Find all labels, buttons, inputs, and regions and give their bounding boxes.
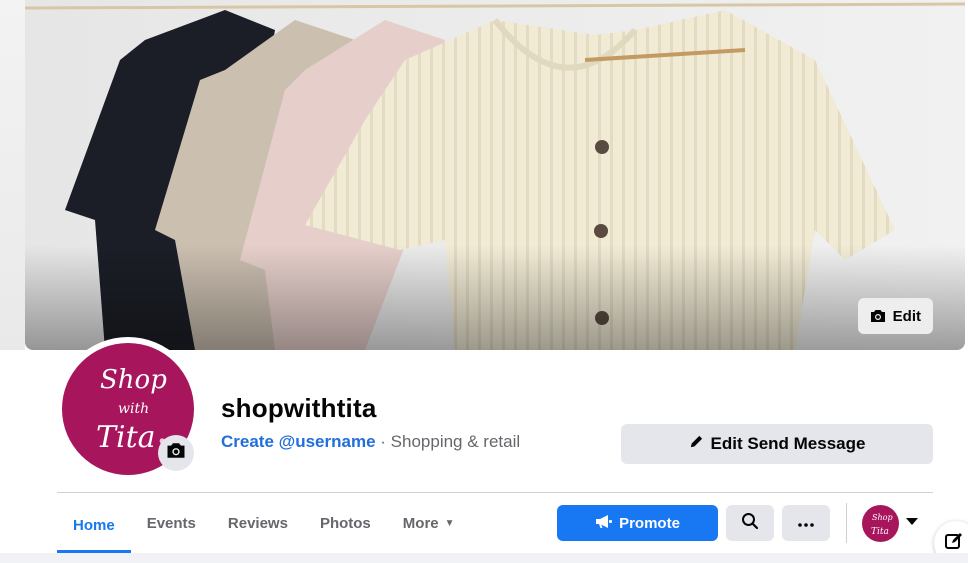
separator: · bbox=[375, 432, 391, 451]
logo-text-shop: Shop bbox=[100, 365, 167, 395]
promote-button[interactable]: Promote bbox=[557, 505, 718, 541]
page: Edit Shop with Tita shopwithtita Create … bbox=[0, 0, 968, 563]
ellipsis-icon bbox=[798, 514, 814, 532]
left-gutter bbox=[0, 0, 25, 350]
logo-text-with: with bbox=[118, 401, 149, 417]
page-switcher-avatar[interactable]: Shop Tita bbox=[862, 505, 899, 542]
svg-text:Shop: Shop bbox=[872, 513, 893, 522]
more-options-button[interactable] bbox=[782, 505, 830, 541]
tab-more[interactable]: More ▼ bbox=[387, 500, 471, 547]
edit-send-message-button[interactable]: Edit Send Message bbox=[621, 424, 933, 464]
tab-reviews-label: Reviews bbox=[227, 515, 288, 532]
pencil-icon bbox=[689, 434, 704, 454]
cover-image bbox=[25, 0, 965, 350]
page-category: Shopping & retail bbox=[390, 432, 521, 451]
megaphone-icon bbox=[595, 514, 613, 533]
search-icon bbox=[741, 512, 759, 535]
promote-label: Promote bbox=[619, 514, 680, 532]
tab-more-label: More bbox=[402, 515, 439, 532]
tab-photos-label: Photos bbox=[319, 515, 371, 532]
cover-photo[interactable]: Edit bbox=[25, 0, 965, 350]
toolbar-separator bbox=[846, 503, 847, 543]
page-title: shopwithtita bbox=[221, 393, 377, 423]
page-tabs: Home Events Reviews Photos More ▼ bbox=[57, 500, 471, 553]
caret-down-icon[interactable] bbox=[906, 518, 918, 525]
bottom-strip bbox=[0, 553, 968, 563]
camera-icon bbox=[166, 442, 186, 464]
tab-reviews[interactable]: Reviews bbox=[212, 500, 304, 547]
tab-photos[interactable]: Photos bbox=[304, 500, 387, 547]
update-profile-picture-button[interactable] bbox=[158, 435, 194, 471]
header-divider bbox=[57, 492, 933, 493]
tab-events-label: Events bbox=[146, 515, 196, 532]
edit-send-message-label: Edit Send Message bbox=[710, 434, 866, 453]
logo-text-tita: Tita bbox=[96, 420, 156, 455]
search-button[interactable] bbox=[726, 505, 774, 541]
tab-home[interactable]: Home bbox=[57, 500, 131, 553]
svg-text:Tita: Tita bbox=[871, 527, 889, 537]
create-username-link[interactable]: Create @username bbox=[221, 432, 376, 451]
tab-events[interactable]: Events bbox=[131, 500, 212, 547]
profile-picture[interactable]: Shop with Tita bbox=[56, 337, 200, 481]
edit-cover-label: Edit bbox=[892, 307, 921, 325]
caret-down-icon: ▼ bbox=[444, 518, 455, 529]
tab-home-label: Home bbox=[73, 516, 115, 534]
page-subline: Create @username · Shopping & retail bbox=[221, 432, 520, 452]
camera-icon bbox=[870, 309, 886, 323]
edit-cover-button[interactable]: Edit bbox=[857, 298, 933, 334]
